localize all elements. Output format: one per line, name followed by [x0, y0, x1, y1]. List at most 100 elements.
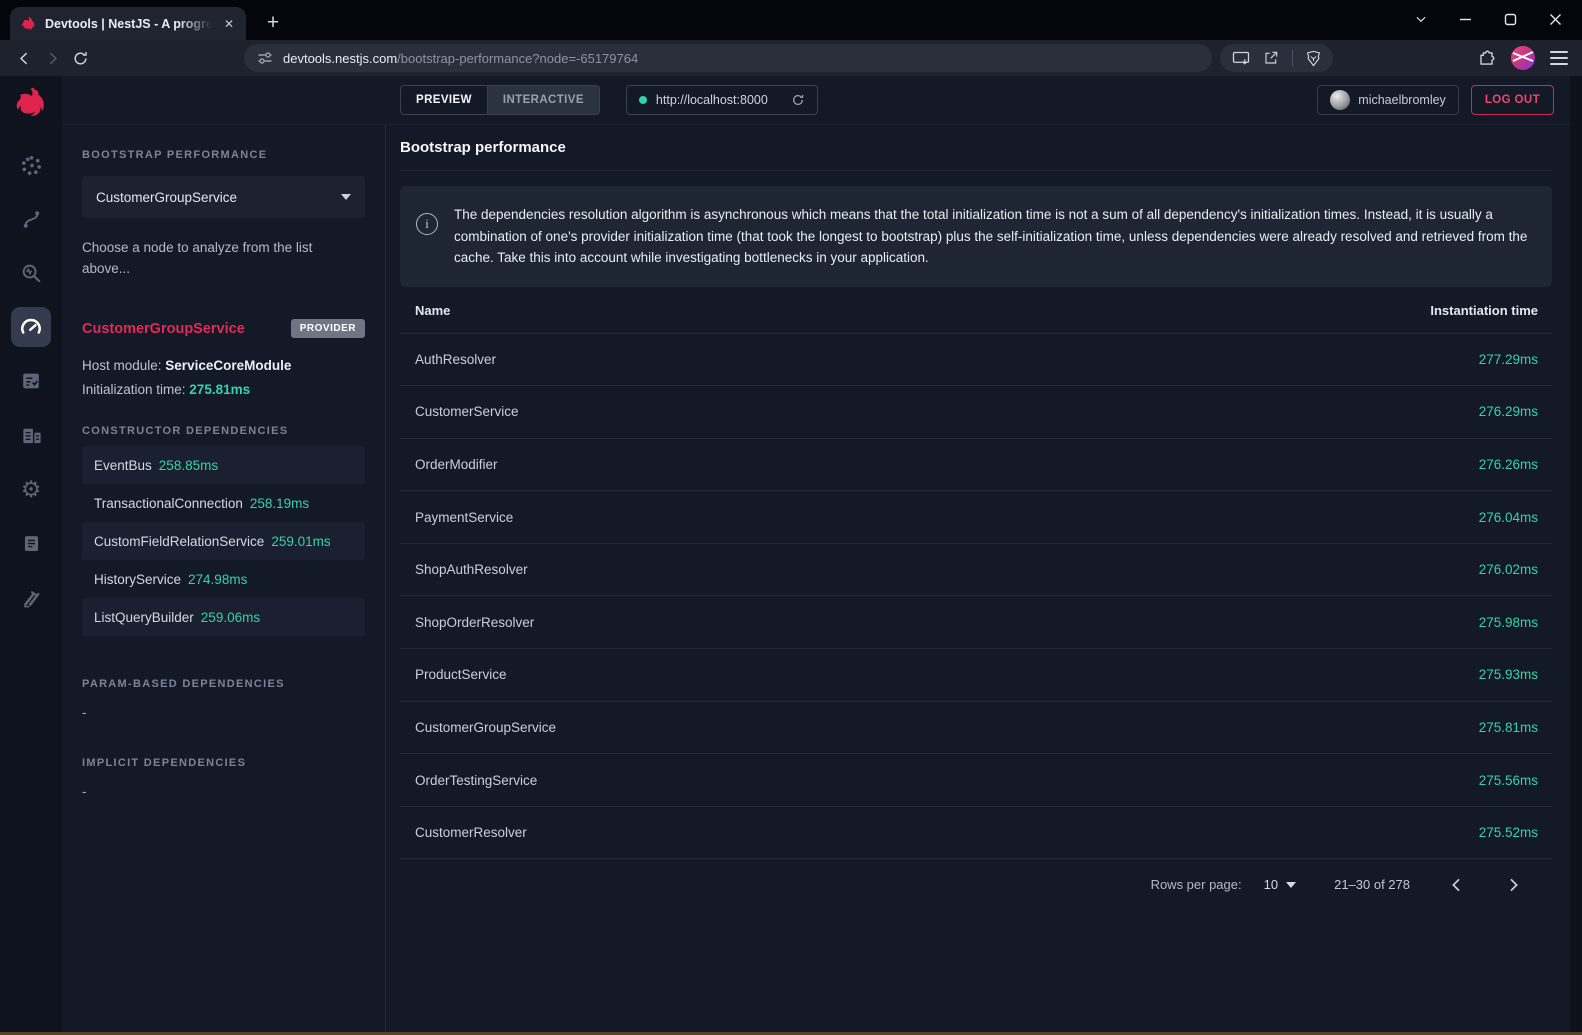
init-time-value: 275.81ms: [189, 382, 250, 397]
toolbar-right: [1477, 46, 1572, 70]
share-icon[interactable]: [1263, 50, 1279, 66]
username: michaelbromley: [1358, 93, 1446, 107]
docs-icon[interactable]: [11, 523, 51, 563]
chevron-down-icon: [1286, 882, 1296, 888]
dependency-name: CustomFieldRelationService: [94, 534, 264, 549]
dependency-time: 258.85ms: [159, 458, 218, 473]
node-select-value: CustomerGroupService: [96, 190, 237, 205]
table-row[interactable]: OrderModifier 276.26ms: [400, 438, 1552, 491]
row-time: 276.29ms: [1479, 404, 1538, 419]
browser-window: Devtools | NestJS - A progressive ✕ +: [0, 0, 1582, 1035]
profile-avatar[interactable]: [1511, 46, 1535, 70]
user-box[interactable]: michaelbromley: [1317, 85, 1459, 115]
menu-icon[interactable]: [1550, 51, 1568, 65]
dependency-name: TransactionalConnection: [94, 496, 243, 511]
dependency-time: 259.01ms: [271, 534, 330, 549]
table-row[interactable]: ShopOrderResolver 275.98ms: [400, 595, 1552, 648]
close-button[interactable]: [1533, 0, 1578, 38]
row-time: 276.02ms: [1479, 562, 1538, 577]
forward-icon[interactable]: [38, 44, 66, 72]
next-page-icon[interactable]: [1502, 873, 1526, 897]
settings-icon[interactable]: ⚙: [11, 469, 51, 509]
table-row[interactable]: CustomerService 276.29ms: [400, 385, 1552, 438]
host-module-value: ServiceCoreModule: [165, 358, 291, 373]
back-icon[interactable]: [10, 44, 38, 72]
row-name: ProductService: [415, 667, 507, 682]
modules-icon[interactable]: [11, 415, 51, 455]
table-row[interactable]: ShopAuthResolver 276.02ms: [400, 543, 1552, 596]
column-name: Name: [415, 303, 450, 318]
row-name: CustomerResolver: [415, 825, 527, 840]
maximize-button[interactable]: [1488, 0, 1533, 38]
table-row[interactable]: CustomerResolver 275.52ms: [400, 806, 1552, 859]
rows-per-page-select[interactable]: 10: [1264, 877, 1296, 892]
tab-strip: Devtools | NestJS - A progressive ✕ +: [0, 0, 1582, 40]
new-tab-button[interactable]: +: [258, 8, 288, 38]
reload-icon[interactable]: [66, 44, 94, 72]
url-path: /bootstrap-performance?node=-65179764: [397, 51, 638, 66]
chevron-down-icon: [341, 194, 351, 200]
toolbar-divider: [1292, 50, 1293, 66]
page-title: Bootstrap performance: [400, 125, 1552, 171]
dependency-item[interactable]: EventBus 258.85ms: [82, 446, 365, 484]
target-url-box[interactable]: http://localhost:8000: [626, 85, 818, 115]
minimize-button[interactable]: [1443, 0, 1488, 38]
audits-icon[interactable]: [11, 361, 51, 401]
tab-close-icon[interactable]: ✕: [220, 15, 238, 33]
refresh-icon[interactable]: [791, 93, 805, 107]
extensions-icon[interactable]: [1477, 49, 1496, 68]
window-controls: [1398, 0, 1578, 38]
panel-hint: Choose a node to analyze from the list a…: [82, 237, 334, 279]
inspector-icon[interactable]: [11, 253, 51, 293]
implicit-deps-empty: -: [82, 784, 365, 799]
logout-button[interactable]: LOG OUT: [1471, 85, 1554, 115]
main-content: Bootstrap performance i The dependencies…: [386, 125, 1570, 1035]
table-row[interactable]: AuthResolver 277.29ms: [400, 333, 1552, 386]
tools-icon[interactable]: [11, 577, 51, 617]
host-module-row: Host module: ServiceCoreModule: [82, 358, 365, 373]
rows-per-page-value: 10: [1264, 877, 1278, 892]
page-range: 21–30 of 278: [1334, 877, 1410, 892]
provider-badge: PROVIDER: [291, 319, 365, 338]
table-row[interactable]: ProductService 275.93ms: [400, 648, 1552, 701]
dependency-name: HistoryService: [94, 572, 181, 587]
address-bar[interactable]: devtools.nestjs.com/bootstrap-performanc…: [244, 44, 1212, 72]
constructor-deps-list: EventBus 258.85ms TransactionalConnectio…: [82, 446, 365, 636]
implicit-deps-title: IMPLICIT DEPENDENCIES: [82, 757, 365, 769]
browser-tab[interactable]: Devtools | NestJS - A progressive ✕: [10, 7, 246, 40]
devtools-app: ⚙ PREVIEW INTERACTIVE http://localhost:8…: [0, 76, 1582, 1035]
table-row[interactable]: PaymentService 276.04ms: [400, 490, 1552, 543]
dependency-item[interactable]: CustomFieldRelationService 259.01ms: [82, 522, 365, 560]
dependency-name: ListQueryBuilder: [94, 610, 194, 625]
site-settings-icon[interactable]: [257, 50, 273, 66]
rows-per-page-label: Rows per page:: [1151, 877, 1242, 892]
dependency-time: 259.06ms: [201, 610, 260, 625]
table-row[interactable]: CustomerGroupService 275.81ms: [400, 701, 1552, 754]
tab-interactive[interactable]: INTERACTIVE: [487, 86, 599, 114]
tab-search-icon[interactable]: [1398, 0, 1443, 38]
dependency-item[interactable]: TransactionalConnection 258.19ms: [82, 484, 365, 522]
dependency-item[interactable]: HistoryService 274.98ms: [82, 560, 365, 598]
row-time: 275.93ms: [1479, 667, 1538, 682]
tab-preview[interactable]: PREVIEW: [401, 86, 487, 114]
info-box: i The dependencies resolution algorithm …: [400, 186, 1552, 287]
performance-icon[interactable]: [11, 307, 51, 347]
graph-icon[interactable]: [11, 145, 51, 185]
dependency-name: EventBus: [94, 458, 152, 473]
table-row[interactable]: OrderTestingService 275.56ms: [400, 753, 1552, 806]
node-select[interactable]: CustomerGroupService: [82, 176, 365, 218]
cast-icon[interactable]: [1232, 51, 1250, 66]
target-url: http://localhost:8000: [656, 93, 768, 107]
dependency-item[interactable]: ListQueryBuilder 259.06ms: [82, 598, 365, 636]
brave-shield-icon[interactable]: [1306, 50, 1321, 67]
left-panel: BOOTSTRAP PERFORMANCE CustomerGroupServi…: [62, 125, 386, 1035]
table-body: AuthResolver 277.29ms CustomerService 27…: [400, 333, 1552, 859]
row-time: 275.52ms: [1479, 825, 1538, 840]
column-instantiation-time: Instantiation time: [1430, 303, 1538, 318]
previous-page-icon[interactable]: [1444, 873, 1468, 897]
param-deps-title: PARAM-BASED DEPENDENCIES: [82, 678, 365, 690]
routes-icon[interactable]: [11, 199, 51, 239]
mode-toggle: PREVIEW INTERACTIVE: [400, 85, 600, 115]
scrollbar[interactable]: [1570, 76, 1582, 1035]
row-name: PaymentService: [415, 510, 513, 525]
